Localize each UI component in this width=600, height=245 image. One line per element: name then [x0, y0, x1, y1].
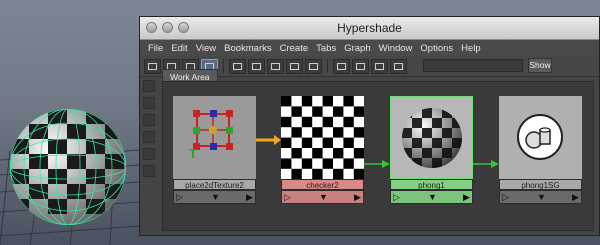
- toolbar-button-11[interactable]: [352, 58, 369, 74]
- arrow-left-icon[interactable]: ▷: [502, 192, 509, 203]
- svg-text:T: T: [189, 146, 197, 161]
- node-controls: ▷ ▼ ▶: [390, 190, 473, 204]
- node-place2dtexture2[interactable]: T place2dTexture2 ▷ ▼ ▶: [173, 96, 256, 206]
- menu-bar: File Edit View Bookmarks Create Tabs Gra…: [140, 40, 599, 56]
- connection-arrow-orange: [256, 135, 281, 145]
- arrow-right-icon[interactable]: ▶: [463, 192, 470, 203]
- node-label: checker2: [281, 179, 364, 190]
- toolbar-separator: [223, 59, 224, 73]
- node-controls: ▷ ▼ ▶: [499, 190, 582, 204]
- toolbar-button-5[interactable]: [229, 58, 246, 74]
- menu-graph[interactable]: Graph: [340, 43, 374, 54]
- arrow-down-icon[interactable]: ▼: [537, 192, 546, 202]
- work-area-graph[interactable]: T place2dTexture2 ▷ ▼ ▶ checker2 ▷ ▼ ▶ p…: [162, 81, 594, 231]
- node-label: phong1SG: [499, 179, 582, 190]
- menu-options[interactable]: Options: [416, 43, 457, 54]
- strip-button-2[interactable]: [143, 97, 155, 109]
- window-title: Hypershade: [337, 21, 402, 35]
- title-bar[interactable]: Hypershade: [140, 17, 599, 40]
- search-input[interactable]: [423, 59, 523, 72]
- checker-sphere: [10, 109, 126, 225]
- menu-bookmarks[interactable]: Bookmarks: [220, 43, 276, 54]
- strip-button-1[interactable]: [143, 80, 155, 92]
- node-label: phong1: [390, 179, 473, 190]
- arrow-right-icon[interactable]: ▶: [246, 192, 253, 203]
- menu-create[interactable]: Create: [276, 43, 313, 54]
- node-controls: ▷ ▼ ▶: [281, 190, 364, 204]
- toolbar-button-13[interactable]: [390, 58, 407, 74]
- toolbar-button-8[interactable]: [286, 58, 303, 74]
- node-controls: ▷ ▼ ▶: [173, 190, 256, 204]
- arrow-down-icon[interactable]: ▼: [428, 192, 437, 202]
- arrow-left-icon[interactable]: ▷: [393, 192, 400, 203]
- menu-window[interactable]: Window: [375, 43, 417, 54]
- left-tool-strip: [143, 80, 157, 230]
- hypershade-window: Hypershade File Edit View Bookmarks Crea…: [139, 16, 600, 236]
- strip-button-4[interactable]: [143, 131, 155, 143]
- toolbar-button-6[interactable]: [248, 58, 265, 74]
- show-button[interactable]: Show: [528, 58, 552, 73]
- strip-button-5[interactable]: [143, 148, 155, 160]
- node-swatch: [499, 96, 582, 179]
- arrow-left-icon[interactable]: ▷: [284, 192, 291, 203]
- node-swatch: [390, 96, 473, 179]
- connection-arrow-green: [364, 160, 390, 168]
- menu-edit[interactable]: Edit: [167, 43, 191, 54]
- node-checker2[interactable]: checker2 ▷ ▼ ▶: [281, 96, 365, 206]
- strip-button-6[interactable]: [143, 165, 155, 177]
- node-swatch: [281, 96, 365, 180]
- node-phong1[interactable]: phong1 ▷ ▼ ▶: [390, 96, 473, 206]
- strip-button-3[interactable]: [143, 114, 155, 126]
- toolbar-separator: [327, 59, 328, 73]
- toolbar-button-7[interactable]: [267, 58, 284, 74]
- tab-bar: Work Area: [162, 67, 218, 83]
- node-swatch: T: [173, 96, 256, 179]
- menu-tabs[interactable]: Tabs: [312, 43, 340, 54]
- arrow-right-icon[interactable]: ▶: [354, 192, 361, 203]
- connection-arrow-green: [473, 160, 499, 168]
- arrow-right-icon[interactable]: ▶: [572, 192, 579, 203]
- arrow-down-icon[interactable]: ▼: [319, 192, 328, 202]
- arrow-down-icon[interactable]: ▼: [211, 192, 220, 202]
- toolbar-button-10[interactable]: [333, 58, 350, 74]
- arrow-left-icon[interactable]: ▷: [176, 192, 183, 203]
- node-phong1sg[interactable]: phong1SG ▷ ▼ ▶: [499, 96, 582, 206]
- menu-file[interactable]: File: [144, 43, 167, 54]
- toolbar-button-1[interactable]: [144, 58, 161, 74]
- menu-help[interactable]: Help: [457, 43, 485, 54]
- node-label: place2dTexture2: [173, 179, 256, 190]
- toolbar-button-9[interactable]: [305, 58, 322, 74]
- toolbar-button-12[interactable]: [371, 58, 388, 74]
- menu-view[interactable]: View: [192, 43, 220, 54]
